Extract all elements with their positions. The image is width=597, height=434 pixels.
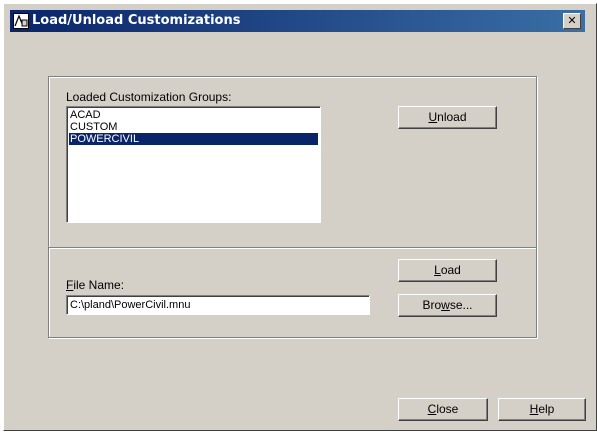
browse-label-rest: se... xyxy=(449,298,473,312)
browse-mnemonic: w xyxy=(441,298,450,312)
help-label: elp xyxy=(538,402,555,416)
unload-mnemonic: U xyxy=(428,110,438,124)
load-label: oad xyxy=(440,263,461,277)
loaded-groups-label: Loaded Customization Groups: xyxy=(66,90,232,104)
browse-button[interactable]: Browse... xyxy=(398,294,497,317)
load-mnemonic: L xyxy=(434,263,441,277)
file-name-input[interactable]: C:\pland\PowerCivil.mnu xyxy=(66,295,370,315)
help-mnemonic: H xyxy=(529,402,539,416)
customization-groups-listbox[interactable]: ACAD CUSTOM POWERCIVIL xyxy=(66,106,321,223)
file-name-label: File Name: xyxy=(66,278,124,292)
close-icon: ✕ xyxy=(567,14,577,27)
close-window-button[interactable]: ✕ xyxy=(563,13,581,29)
unload-label: nload xyxy=(437,110,467,124)
panel-divider xyxy=(49,247,535,249)
close-button[interactable]: Close xyxy=(398,398,488,421)
list-item[interactable]: CUSTOM xyxy=(69,121,318,133)
file-name-label-text: ile Name: xyxy=(73,278,125,292)
browse-label-pre: Bro xyxy=(422,298,442,312)
load-button[interactable]: Load xyxy=(398,259,497,282)
close-label: lose xyxy=(436,402,459,416)
autocad-app-icon xyxy=(13,13,29,29)
unload-button[interactable]: Unload xyxy=(398,106,497,129)
list-item-selected[interactable]: POWERCIVIL xyxy=(69,133,318,145)
close-mnemonic: C xyxy=(427,402,437,416)
title-bar[interactable]: Load/Unload Customizations ✕ xyxy=(10,10,585,32)
help-button[interactable]: Help xyxy=(498,398,586,421)
list-item[interactable]: ACAD xyxy=(69,109,318,121)
window-title: Load/Unload Customizations xyxy=(32,13,241,28)
